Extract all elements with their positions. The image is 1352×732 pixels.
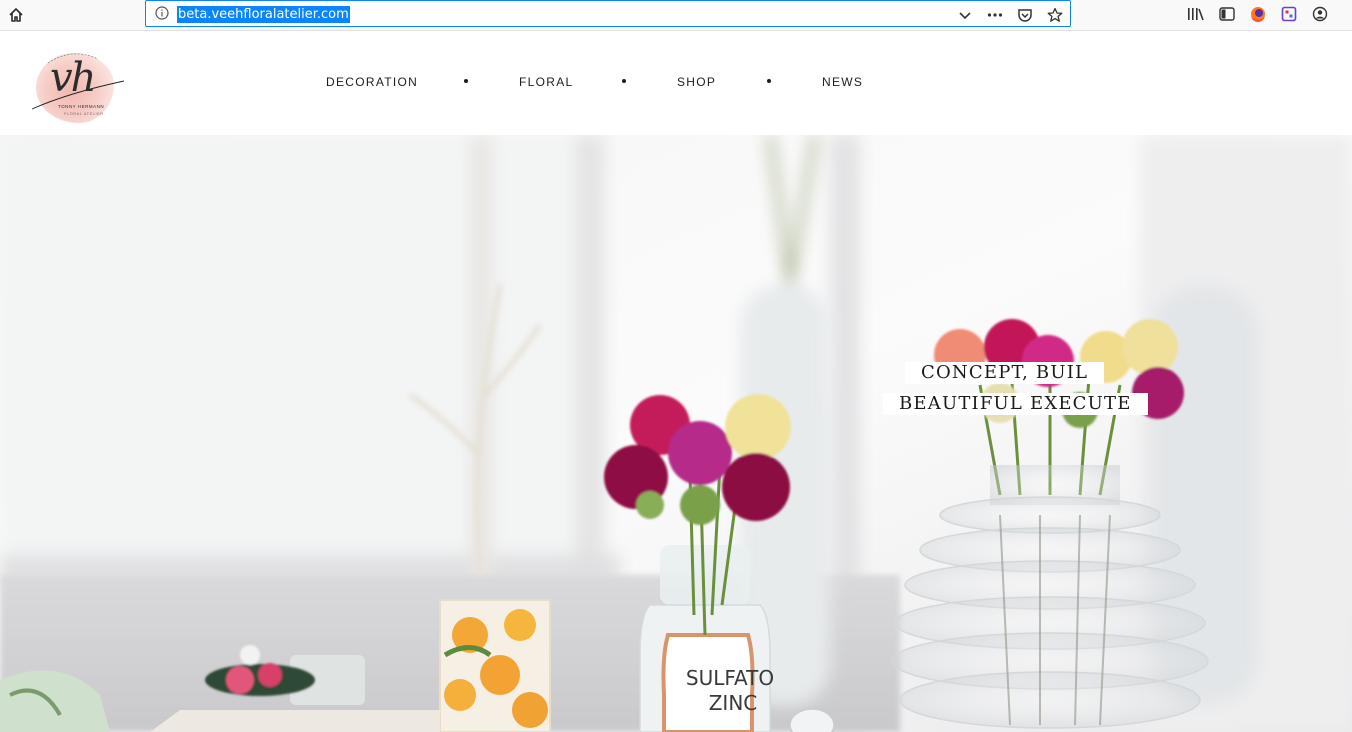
nav-separator xyxy=(767,79,771,83)
nav-item-news[interactable]: NEWS xyxy=(822,75,863,89)
extension-icon[interactable] xyxy=(1278,3,1300,25)
hero-photo: SULFATO ZINC xyxy=(0,135,1352,732)
site-header: vh TONNY HERMANN FLORAL ATELIER DECORATI… xyxy=(0,31,1352,135)
nav-item-decoration[interactable]: DECORATION xyxy=(326,75,418,89)
nav-separator xyxy=(622,79,626,83)
star-icon[interactable] xyxy=(1044,4,1066,26)
sidebar-icon[interactable] xyxy=(1216,3,1238,25)
chevron-down-icon[interactable] xyxy=(954,4,976,26)
hero-banner: SULFATO ZINC CONCEPT, BUIL BEAUTIFUL EXE… xyxy=(0,135,1352,732)
address-bar[interactable]: beta.veehfloralatelier.com xyxy=(145,0,1071,27)
library-icon[interactable] xyxy=(1185,3,1207,25)
browser-toolbar: beta.veehfloralatelier.com xyxy=(0,0,1352,31)
hero-caption-line-1: CONCEPT, BUIL xyxy=(905,362,1105,384)
account-icon[interactable] xyxy=(1309,3,1331,25)
nav-item-floral[interactable]: FLORAL xyxy=(519,75,573,89)
nav-separator xyxy=(464,79,468,83)
firefox-icon[interactable] xyxy=(1247,3,1269,25)
nav-item-shop[interactable]: SHOP xyxy=(677,75,716,89)
bottle-label-line-1: SULFATO xyxy=(686,666,774,690)
info-icon[interactable] xyxy=(154,5,170,26)
pocket-icon[interactable] xyxy=(1014,4,1036,26)
home-icon[interactable] xyxy=(4,3,28,27)
bottle-label-line-2: ZINC xyxy=(709,691,758,715)
more-icon[interactable] xyxy=(984,4,1006,26)
main-nav: DECORATION FLORAL SHOP NEWS xyxy=(0,31,1352,135)
hero-caption-line-2: BEAUTIFUL EXECUTE xyxy=(883,393,1148,415)
url-text[interactable]: beta.veehfloralatelier.com xyxy=(177,6,350,23)
